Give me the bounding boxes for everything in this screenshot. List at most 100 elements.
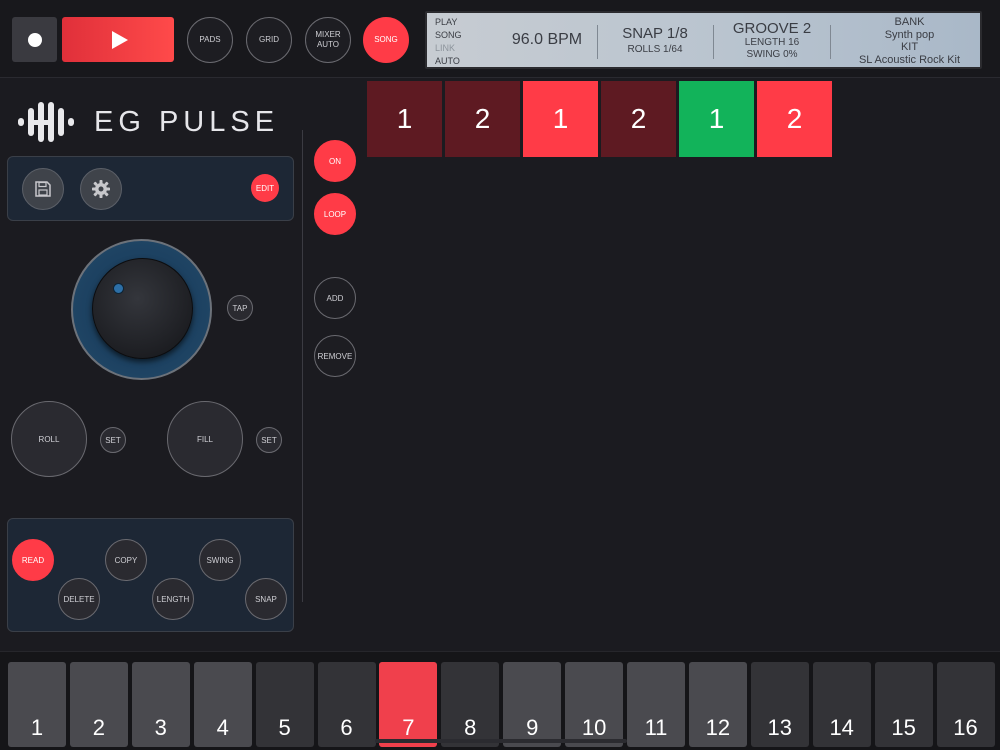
mode-mixer-auto-button[interactable]: MIXER AUTO <box>305 17 351 63</box>
play-button[interactable] <box>62 17 174 62</box>
length-button[interactable]: LENGTH <box>152 578 194 620</box>
song-add-button[interactable]: ADD <box>314 277 356 319</box>
roll-set-label: SET <box>105 435 121 445</box>
read-button[interactable]: READ <box>12 539 54 581</box>
song-on-button[interactable]: ON <box>314 140 356 182</box>
song-block[interactable]: 1 <box>522 80 599 158</box>
fill-set-button[interactable]: SET <box>256 427 282 453</box>
fill-button[interactable]: FILL <box>167 401 243 477</box>
drum-pad[interactable]: 5 <box>255 662 314 747</box>
song-remove-button[interactable]: REMOVE <box>314 335 356 377</box>
eg-pulse-app: PADS GRID MIXER AUTO SONG PLAY SONG LINK… <box>0 0 1000 750</box>
edit-tools-panel: READ COPY SWING DELETE LENGTH SNAP <box>7 518 294 632</box>
song-block[interactable]: 2 <box>444 80 521 158</box>
edit-label: EDIT <box>255 183 275 193</box>
lcd-length: LENGTH 16 <box>744 37 800 48</box>
tap-tempo-button[interactable]: TAP <box>227 295 253 321</box>
settings-button[interactable] <box>80 168 122 210</box>
tempo-knob[interactable] <box>92 258 193 359</box>
roll-label: ROLL <box>38 434 60 444</box>
drum-pad[interactable]: 10 <box>565 662 624 747</box>
drum-pad-label: 7 <box>402 715 415 740</box>
song-remove-label: REMOVE <box>317 351 353 361</box>
edit-button[interactable]: EDIT <box>251 174 279 202</box>
mode-mixer-auto-label: MIXER AUTO <box>315 30 341 49</box>
tempo-knob-ring <box>71 239 212 380</box>
pad-page-indicator <box>375 739 627 743</box>
song-loop-button[interactable]: LOOP <box>314 193 356 235</box>
lcd-mode-auto: AUTO <box>435 56 460 66</box>
snap-button[interactable]: SNAP <box>245 578 287 620</box>
drum-pad[interactable]: 2 <box>69 662 128 747</box>
drum-pad[interactable]: 1 <box>8 662 66 747</box>
lcd-mode-play: PLAY <box>435 17 458 27</box>
drum-pad[interactable]: 11 <box>627 662 685 747</box>
lcd-kit-value: SL Acoustic Rock Kit <box>858 53 961 66</box>
delete-button[interactable]: DELETE <box>58 578 100 620</box>
song-add-label: ADD <box>326 293 344 303</box>
roll-set-button[interactable]: SET <box>100 427 126 453</box>
tap-label: TAP <box>232 303 248 313</box>
mode-grid-label: GRID <box>259 35 279 44</box>
lcd-bank-value: Synth pop <box>884 28 935 41</box>
song-pattern-blocks: 121212 <box>366 80 834 158</box>
lcd-groove-section: GROOVE 2 LENGTH 16 SWING 0% <box>722 20 822 61</box>
drum-pad[interactable]: 4 <box>193 662 252 747</box>
lcd-display: PLAY SONG LINK AUTO 96.0 BPM SNAP 1/8 RO… <box>425 11 982 69</box>
drum-pad-label: 15 <box>891 715 916 740</box>
song-block[interactable]: 2 <box>600 80 677 158</box>
lcd-snap-section: SNAP 1/8 ROLLS 1/64 <box>605 25 705 55</box>
fill-set-label: SET <box>261 435 277 445</box>
lcd-mode-link: LINK <box>435 43 456 53</box>
play-triangle-icon <box>112 30 128 49</box>
length-label: LENGTH <box>156 594 190 604</box>
top-bar: PADS GRID MIXER AUTO SONG PLAY SONG LINK… <box>0 0 1000 78</box>
roll-button[interactable]: ROLL <box>11 401 87 477</box>
fill-label: FILL <box>196 434 213 444</box>
lcd-bank-label: BANK <box>894 16 925 28</box>
logo-text: EG PULSE <box>94 105 280 138</box>
drum-pad[interactable]: 13 <box>750 662 809 747</box>
mode-grid-button[interactable]: GRID <box>246 17 292 63</box>
drum-pad-label: 5 <box>278 715 291 740</box>
drum-pad-label: 3 <box>154 715 167 740</box>
lcd-groove: GROOVE 2 <box>732 20 812 37</box>
record-button[interactable] <box>12 17 57 62</box>
copy-label: COPY <box>114 555 138 565</box>
mode-pads-button[interactable]: PADS <box>187 17 233 63</box>
mode-song-button[interactable]: SONG <box>363 17 409 63</box>
song-loop-label: LOOP <box>323 209 347 219</box>
drum-pad-label: 9 <box>526 715 539 740</box>
swing-button[interactable]: SWING <box>199 539 241 581</box>
lcd-bpm: 96.0 BPM <box>511 31 583 48</box>
drum-pad[interactable]: 9 <box>503 662 562 747</box>
drum-pad-label: 13 <box>767 715 793 740</box>
record-dot-icon <box>27 32 42 47</box>
song-block[interactable]: 1 <box>366 80 443 158</box>
file-panel: EDIT <box>7 156 294 221</box>
drum-pad[interactable]: 8 <box>441 662 500 747</box>
lcd-kit-label: KIT <box>900 41 919 53</box>
song-block[interactable]: 2 <box>756 80 833 158</box>
delete-label: DELETE <box>63 594 95 604</box>
lcd-rolls: ROLLS 1/64 <box>627 44 683 55</box>
song-block[interactable]: 1 <box>678 80 755 158</box>
song-on-label: ON <box>329 156 341 166</box>
save-button[interactable] <box>22 168 64 210</box>
gear-icon <box>92 180 110 198</box>
mode-pads-label: PADS <box>199 35 221 44</box>
knob-indicator-dot <box>113 283 124 294</box>
drum-pad-label: 14 <box>829 715 854 740</box>
drum-pad[interactable]: 15 <box>874 662 933 747</box>
read-label: READ <box>21 555 45 565</box>
drum-pad[interactable]: 12 <box>688 662 747 747</box>
drum-pad[interactable]: 14 <box>812 662 871 747</box>
floppy-disk-icon <box>35 181 51 197</box>
drum-pad[interactable]: 7 <box>379 662 438 747</box>
drum-pad[interactable]: 6 <box>317 662 376 747</box>
drum-pad[interactable]: 3 <box>131 662 190 747</box>
copy-button[interactable]: COPY <box>105 539 147 581</box>
drum-pads-bar: 1 2 3 4 5 6 7 8 9 10 11 12 13 14 15 16 <box>0 651 1000 750</box>
lcd-snap: SNAP 1/8 <box>622 25 688 42</box>
drum-pad[interactable]: 16 <box>936 662 995 747</box>
